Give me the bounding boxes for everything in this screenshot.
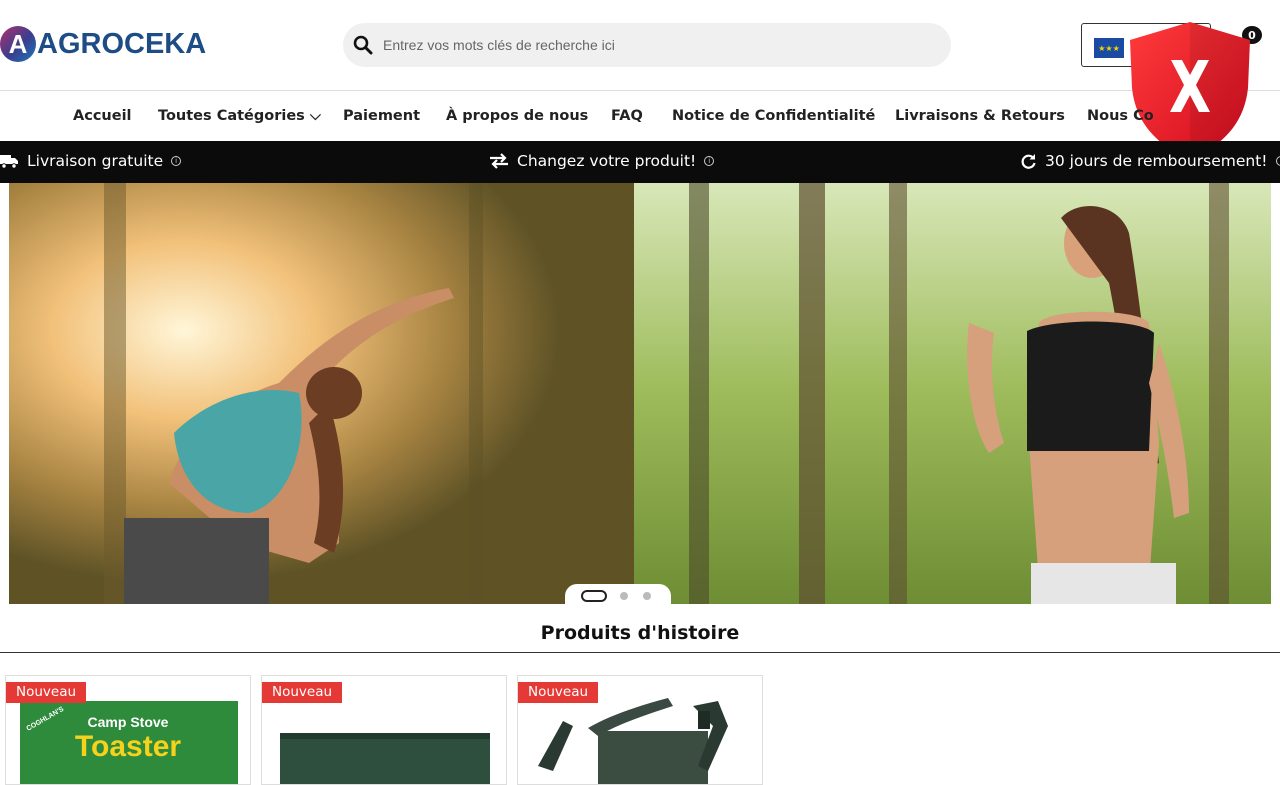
benefit-label: Livraison gratuite — [27, 152, 163, 170]
logo-mark: A — [0, 26, 36, 62]
site-logo[interactable]: A AGROCEKA — [0, 26, 206, 62]
main-navigation: Accueil Toutes Catégories ⌵ Paiement À p… — [0, 92, 1280, 141]
nav-item-categories[interactable]: Toutes Catégories ⌵ — [158, 108, 321, 124]
nav-item-faq[interactable]: FAQ — [611, 108, 643, 124]
search-input[interactable] — [383, 23, 923, 67]
new-badge: Nouveau — [6, 682, 86, 703]
nav-item-contact[interactable]: Nous Co — [1087, 108, 1154, 124]
nav-item-paiement[interactable]: Paiement — [343, 108, 420, 124]
nav-item-privacy[interactable]: Notice de Confidentialité — [672, 108, 875, 124]
info-icon[interactable]: i — [171, 156, 181, 166]
product-card[interactable]: Nouveau — [261, 675, 507, 785]
slider-dot-2[interactable] — [620, 592, 628, 600]
new-badge: Nouveau — [518, 682, 598, 703]
exchange-icon — [489, 153, 509, 169]
benefit-refund[interactable]: 30 jours de remboursement! i — [1020, 152, 1280, 170]
benefit-exchange[interactable]: Changez votre produit! i — [489, 152, 714, 170]
info-icon[interactable]: i — [1276, 156, 1280, 166]
info-icon[interactable]: i — [704, 156, 714, 166]
logo-text: AGROCEKA — [37, 28, 206, 61]
search-icon[interactable] — [353, 35, 373, 55]
product-image-text-top: Camp Stove — [88, 714, 169, 730]
slider-dot-1[interactable] — [581, 590, 607, 602]
eu-flag-icon: ★★★ — [1094, 38, 1124, 58]
truck-icon — [0, 153, 19, 169]
section-title: Produits d'histoire — [0, 622, 1280, 644]
benefit-label: Changez votre produit! — [517, 152, 696, 170]
site-header: A AGROCEKA ★★★ 0 — [0, 0, 1280, 91]
slider-dot-3[interactable] — [643, 592, 651, 600]
new-badge: Nouveau — [262, 682, 342, 703]
product-image-text-main: Toaster — [75, 730, 181, 763]
refresh-icon — [1020, 153, 1037, 170]
hero-photo — [9, 183, 1271, 604]
nav-item-accueil[interactable]: Accueil — [73, 108, 132, 124]
nav-item-about[interactable]: À propos de nous — [446, 108, 588, 124]
search-bar — [343, 23, 951, 67]
slider-pagination — [565, 584, 671, 606]
section-divider — [0, 652, 1280, 653]
benefit-label: 30 jours de remboursement! — [1045, 152, 1268, 170]
product-card[interactable]: Nouveau — [517, 675, 763, 785]
benefits-bar: Livraison gratuite i Changez votre produ… — [0, 141, 1280, 183]
hero-banner-image[interactable] — [9, 183, 1271, 604]
benefit-free-shipping[interactable]: Livraison gratuite i — [0, 152, 181, 170]
product-card[interactable]: Camp Stove Toaster COGHLAN'S Nouveau — [5, 675, 251, 785]
nav-item-shipping[interactable]: Livraisons & Retours — [895, 108, 1065, 124]
